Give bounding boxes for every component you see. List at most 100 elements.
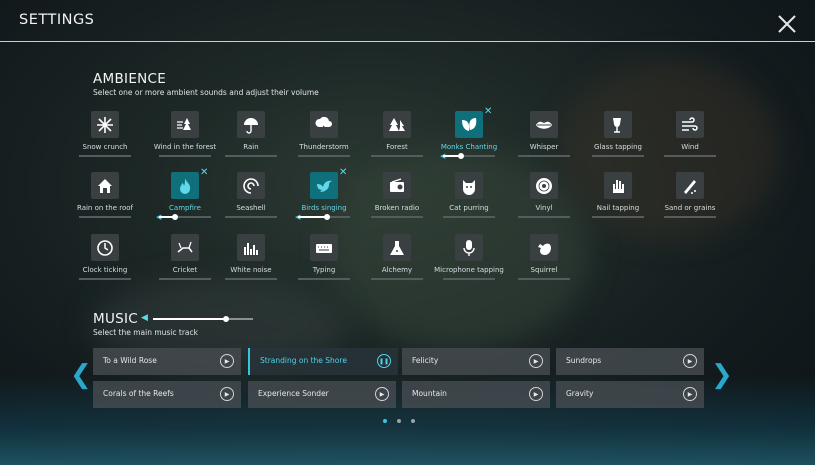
play-icon[interactable]: ▶ <box>220 387 234 401</box>
ambience-volume-slider[interactable] <box>371 278 423 280</box>
ambience-volume-slider[interactable] <box>518 155 570 157</box>
ambience-item[interactable]: Sand or grains <box>647 172 733 232</box>
microphone-icon <box>463 239 475 256</box>
ambience-volume-knob[interactable] <box>458 153 465 159</box>
music-track-card[interactable]: Mountain ▶ <box>402 381 550 408</box>
lips-icon[interactable] <box>530 111 558 138</box>
squirrel-icon <box>538 243 551 255</box>
close-icon[interactable] <box>776 13 798 35</box>
ambience-volume-slider[interactable] <box>443 216 495 218</box>
speaker-icon: ◀ <box>141 313 148 323</box>
seashell-icon[interactable] <box>237 172 265 199</box>
pause-icon[interactable]: ❚❚ <box>377 354 391 368</box>
ambience-volume-slider[interactable] <box>79 216 131 218</box>
music-volume-fill <box>153 318 226 320</box>
leaves-icon[interactable] <box>455 111 483 138</box>
ambience-volume-slider[interactable] <box>664 216 716 218</box>
page-dot[interactable] <box>397 419 401 423</box>
ambience-item[interactable]: Squirrel <box>501 234 587 294</box>
play-icon[interactable]: ▶ <box>683 387 697 401</box>
ambience-volume-knob[interactable] <box>323 214 330 220</box>
storm-cloud-icon[interactable] <box>310 111 338 138</box>
music-track-card[interactable]: Sundrops ▶ <box>556 348 704 375</box>
keyboard-icon <box>316 243 332 253</box>
music-track-card[interactable]: To a Wild Rose ▶ <box>93 348 241 375</box>
page-dot[interactable] <box>383 419 387 423</box>
music-track-card[interactable]: Corals of the Reefs ▶ <box>93 381 241 408</box>
remove-icon[interactable]: ✕ <box>484 106 492 117</box>
ambience-item[interactable]: Monks Chanting◀✕ <box>426 106 512 171</box>
music-track-name: Corals of the Reefs <box>103 389 174 398</box>
wind-icon[interactable] <box>676 111 704 138</box>
ambience-volume-slider[interactable] <box>159 155 211 157</box>
microphone-icon[interactable] <box>455 234 483 261</box>
ambience-item[interactable]: Cat purring <box>426 172 512 232</box>
ambience-volume-slider[interactable] <box>443 153 495 159</box>
ambience-volume-slider[interactable] <box>225 216 277 218</box>
ambience-volume-slider[interactable] <box>664 155 716 157</box>
ambience-title: AMBIENCE <box>93 71 167 87</box>
snowflake-icon[interactable] <box>91 111 119 138</box>
ambience-volume-slider[interactable] <box>79 155 131 157</box>
ambience-volume-slider[interactable] <box>79 278 131 280</box>
ambience-volume-slider[interactable] <box>371 216 423 218</box>
ambience-volume-slider[interactable] <box>592 216 644 218</box>
remove-icon[interactable]: ✕ <box>339 167 347 178</box>
wine-glass-icon[interactable] <box>604 111 632 138</box>
music-track-card[interactable]: Felicity ▶ <box>402 348 550 375</box>
music-track-card[interactable]: Gravity ▶ <box>556 381 704 408</box>
ambience-volume-slider[interactable] <box>443 278 495 280</box>
play-icon[interactable]: ▶ <box>529 387 543 401</box>
ambience-volume-slider[interactable] <box>225 155 277 157</box>
bird-icon[interactable] <box>310 172 338 199</box>
radio-icon[interactable] <box>383 172 411 199</box>
ambience-item[interactable]: Rain on the roof <box>62 172 148 232</box>
radio-icon <box>390 177 404 192</box>
keyboard-icon[interactable] <box>310 234 338 261</box>
hand-icon[interactable] <box>604 172 632 199</box>
music-track-card[interactable]: Stranding on the Shore ❚❚ <box>248 348 398 375</box>
squirrel-icon[interactable] <box>530 234 558 261</box>
ambience-volume-slider[interactable] <box>225 278 277 280</box>
ambience-item[interactable]: Microphone tapping <box>426 234 512 294</box>
cat-icon[interactable] <box>455 172 483 199</box>
equalizer-icon[interactable] <box>237 234 265 261</box>
forest-wind-icon[interactable] <box>171 111 199 138</box>
page-dot[interactable] <box>411 419 415 423</box>
play-icon[interactable]: ▶ <box>529 354 543 368</box>
play-icon[interactable]: ▶ <box>220 354 234 368</box>
ambience-volume-slider[interactable] <box>518 216 570 218</box>
ambience-volume-slider[interactable] <box>298 155 350 157</box>
ambience-item[interactable]: Clock ticking <box>62 234 148 294</box>
pine-trees-icon[interactable] <box>383 111 411 138</box>
ambience-volume-slider[interactable] <box>159 214 211 220</box>
music-track-card[interactable]: Experience Sonder ▶ <box>248 381 396 408</box>
ambience-volume-slider[interactable] <box>298 214 350 220</box>
ambience-volume-slider[interactable] <box>518 278 570 280</box>
vinyl-icon[interactable] <box>530 172 558 199</box>
clock-icon[interactable] <box>91 234 119 261</box>
ambience-volume-knob[interactable] <box>171 214 178 220</box>
music-volume-knob[interactable] <box>223 316 229 322</box>
play-icon[interactable]: ▶ <box>683 354 697 368</box>
house-icon <box>98 178 112 193</box>
ambience-volume-slider[interactable] <box>371 155 423 157</box>
ambience-volume-slider[interactable] <box>592 155 644 157</box>
ambience-volume-slider[interactable] <box>159 278 211 280</box>
ambience-volume-slider[interactable] <box>298 278 350 280</box>
house-icon[interactable] <box>91 172 119 199</box>
flame-icon[interactable] <box>171 172 199 199</box>
clock-icon <box>97 239 113 256</box>
next-page-arrow-icon[interactable]: ❯ <box>711 360 733 390</box>
sand-icon[interactable] <box>676 172 704 199</box>
play-icon[interactable]: ▶ <box>375 387 389 401</box>
music-volume-track[interactable] <box>153 316 253 322</box>
ambience-item[interactable]: Wind <box>647 111 733 171</box>
umbrella-rain-icon[interactable] <box>237 111 265 138</box>
flask-icon[interactable] <box>383 234 411 261</box>
leaves-icon <box>462 117 477 131</box>
music-volume-slider[interactable]: ◀ <box>141 313 261 325</box>
prev-page-arrow-icon[interactable]: ❮ <box>70 360 92 390</box>
cricket-icon[interactable] <box>171 234 199 261</box>
ambience-item[interactable]: Snow crunch <box>62 111 148 171</box>
